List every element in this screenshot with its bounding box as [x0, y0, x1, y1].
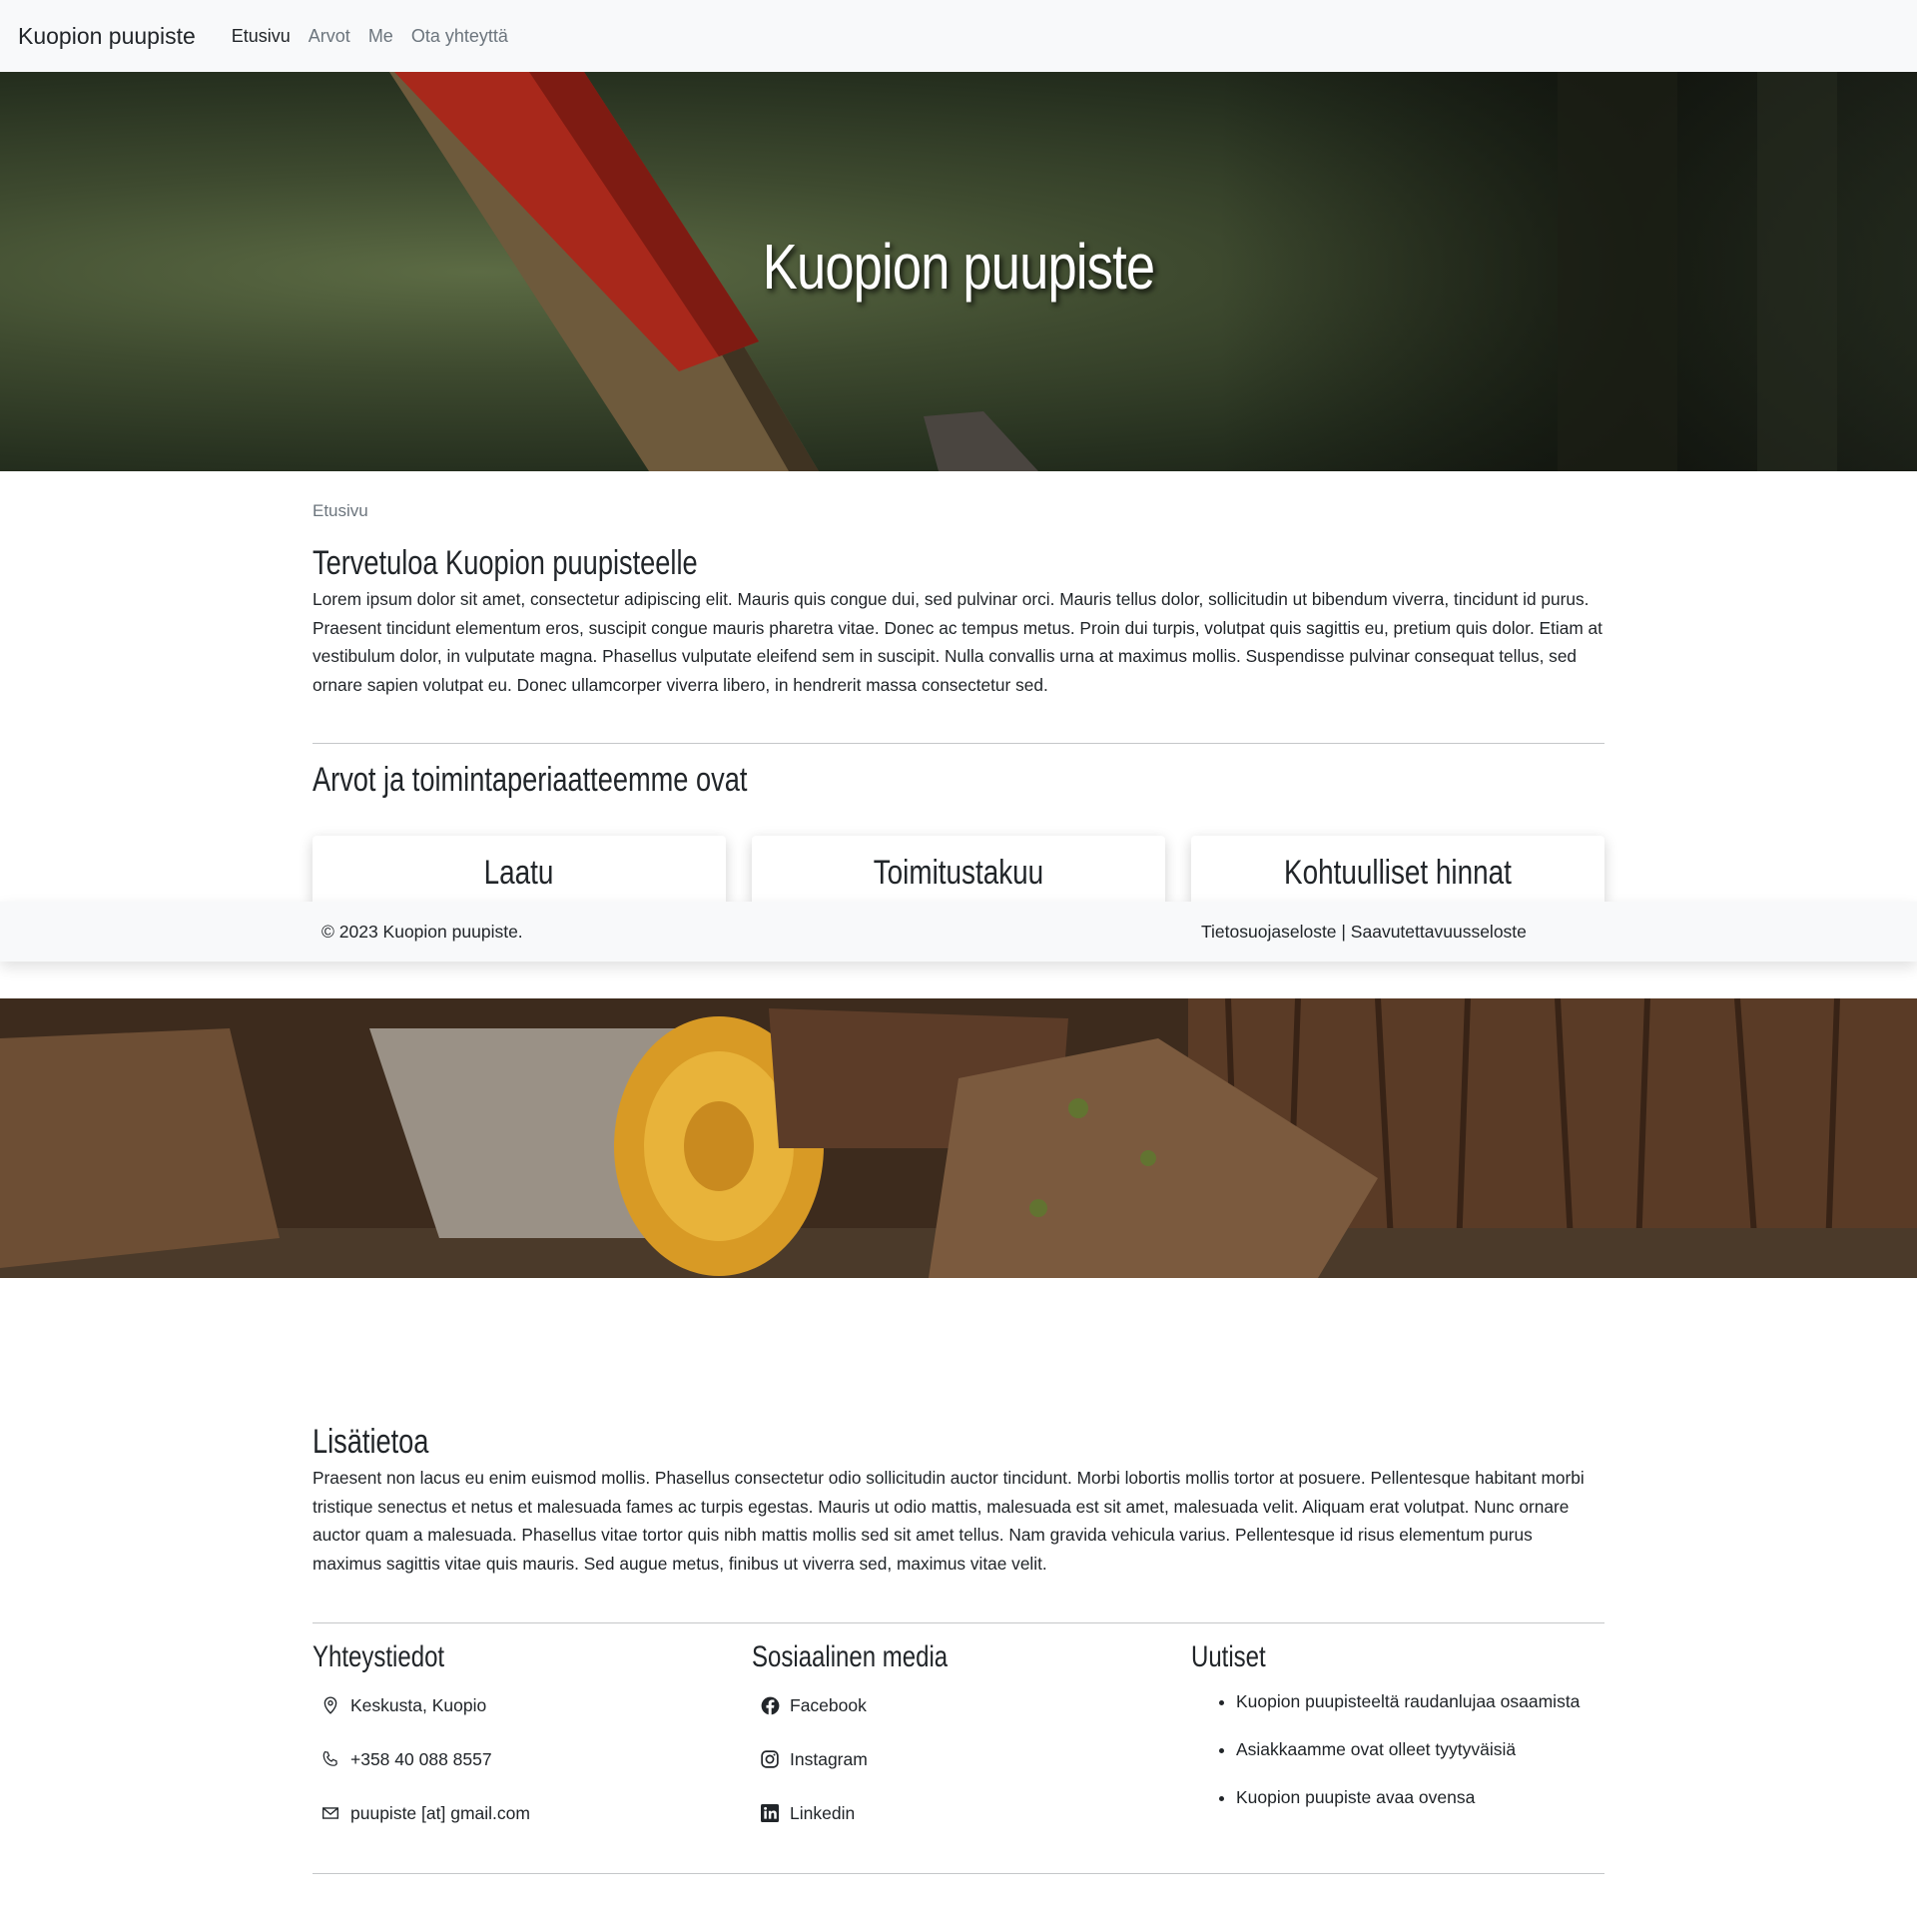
brand-link[interactable]: Kuopion puupiste: [18, 23, 196, 50]
logs-image: [0, 998, 1917, 1278]
values-heading: Arvot ja toimintaperiaatteemme ovat: [313, 761, 748, 799]
phone-icon: [320, 1749, 340, 1769]
welcome-section: Tervetuloa Kuopion puupisteelle Lorem ip…: [313, 544, 1604, 699]
footer-bar: © 2023 Kuopion puupiste. Tietosuojaselos…: [0, 902, 1917, 962]
more-section: Lisätietoa Praesent non lacus eu enim eu…: [313, 1423, 1604, 1578]
news-item[interactable]: Kuopion puupisteeltä raudanlujaa osaamis…: [1236, 1688, 1604, 1736]
map-pin-icon: [320, 1695, 340, 1715]
social-facebook-label: Facebook: [790, 1694, 867, 1715]
news-column: Uutiset Kuopion puupisteeltä raudanlujaa…: [1191, 1640, 1604, 1832]
contact-phone[interactable]: +358 40 088 8557: [313, 1732, 726, 1786]
linkedin-icon: [760, 1803, 780, 1823]
breadcrumb[interactable]: Etusivu: [313, 501, 1604, 521]
value-card-laatu: Laatu: [313, 836, 726, 906]
social-facebook-link[interactable]: Facebook: [752, 1678, 1165, 1732]
more-text: Praesent non lacus eu enim euismod molli…: [313, 1468, 1585, 1574]
nav-link-arvot[interactable]: Arvot: [309, 26, 350, 47]
news-item[interactable]: Asiakkaamme ovat olleet tyytyväisiä: [1236, 1736, 1604, 1784]
social-instagram-link[interactable]: Instagram: [752, 1732, 1165, 1786]
social-linkedin-label: Linkedin: [790, 1802, 856, 1823]
contact-phone-label: +358 40 088 8557: [350, 1748, 492, 1769]
facebook-icon: [760, 1695, 780, 1715]
contact-address-label: Keskusta, Kuopio: [350, 1694, 487, 1715]
news-item[interactable]: Kuopion puupiste avaa ovensa: [1236, 1784, 1604, 1832]
values-section: Arvot ja toimintaperiaatteemme ovat: [313, 761, 1604, 800]
social-linkedin-link[interactable]: Linkedin: [752, 1786, 1165, 1840]
divider: [313, 743, 1604, 744]
divider: [313, 1622, 1604, 1623]
welcome-text: Lorem ipsum dolor sit amet, consectetur …: [313, 589, 1602, 695]
nav-link-me[interactable]: Me: [368, 26, 393, 47]
instagram-icon: [760, 1749, 780, 1769]
contact-column: Yhteystiedot Keskusta, Kuopio +358 40 08…: [313, 1640, 726, 1840]
contact-address: Keskusta, Kuopio: [313, 1678, 726, 1732]
value-card-toimitustakuu: Toimitustakuu: [752, 836, 1165, 906]
hero-title: Kuopion puupiste: [762, 231, 1155, 303]
logs-illustration: [0, 998, 1917, 1278]
more-heading: Lisätietoa: [313, 1423, 429, 1461]
contact-email[interactable]: puupiste [at] gmail.com: [313, 1786, 726, 1840]
social-column: Sosiaalinen media Facebook Instagram Lin…: [752, 1640, 1165, 1840]
contact-heading: Yhteystiedot: [313, 1640, 445, 1673]
hero-banner: Kuopion puupiste: [0, 72, 1917, 471]
copyright: © 2023 Kuopion puupiste.: [321, 922, 523, 942]
value-card-title: Toimitustakuu: [873, 854, 1044, 892]
divider: [313, 1873, 1604, 1874]
value-card-title: Laatu: [484, 854, 554, 892]
social-instagram-label: Instagram: [790, 1748, 868, 1769]
value-card-title: Kohtuulliset hinnat: [1284, 854, 1512, 892]
footer-links[interactable]: Tietosuojaseloste | Saavutettavuusselost…: [1201, 922, 1527, 943]
news-list: Kuopion puupisteeltä raudanlujaa osaamis…: [1191, 1688, 1604, 1832]
nav-link-etusivu[interactable]: Etusivu: [232, 26, 291, 47]
nav-link-ota-yhteytta[interactable]: Ota yhteyttä: [411, 26, 508, 47]
envelope-icon: [320, 1803, 340, 1823]
news-heading: Uutiset: [1191, 1640, 1266, 1673]
welcome-heading: Tervetuloa Kuopion puupisteelle: [313, 544, 698, 582]
social-heading: Sosiaalinen media: [752, 1640, 949, 1673]
contact-email-label: puupiste [at] gmail.com: [350, 1802, 530, 1823]
navbar: Kuopion puupiste Etusivu Arvot Me Ota yh…: [0, 0, 1917, 72]
value-card-hinnat: Kohtuulliset hinnat: [1191, 836, 1604, 906]
